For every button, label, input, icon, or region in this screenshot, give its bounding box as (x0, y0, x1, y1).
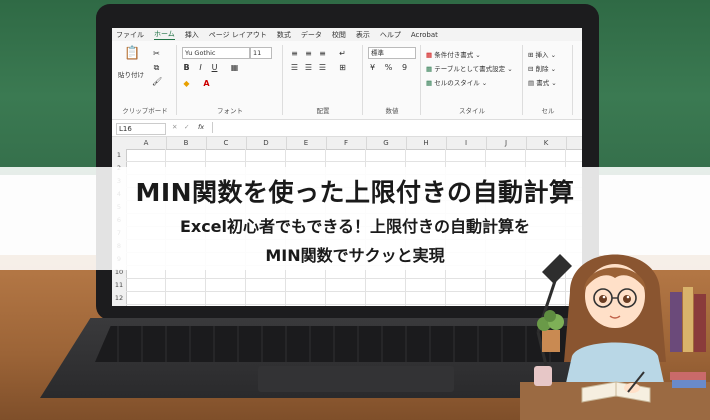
ribbon-home: 📋 貼り付け ✂ ⧉ 🖌 クリップボード Yu Gothic 11 B I U … (112, 41, 582, 120)
wrap-text-icon[interactable]: ↵ (338, 49, 347, 58)
ribbon-tab-5[interactable]: データ (301, 30, 322, 40)
insert-cells-button[interactable]: ⊞ 挿入 ⌄ (528, 49, 556, 59)
ribbon-tab-1[interactable]: ホーム (154, 29, 175, 40)
laptop-trackpad (258, 366, 454, 392)
formula-input[interactable] (212, 122, 579, 133)
format-as-table-button[interactable]: ▦ テーブルとして書式設定 ⌄ (426, 63, 513, 73)
cells-group-label: セル (541, 107, 555, 115)
font-name-select[interactable]: Yu Gothic (182, 47, 250, 59)
ribbon-tab-0[interactable]: ファイル (116, 30, 144, 40)
clipboard-group-label: クリップボード (122, 107, 168, 115)
column-header[interactable]: J (486, 137, 527, 149)
percent-button[interactable]: % (384, 63, 393, 72)
underline-button[interactable]: U (210, 63, 219, 72)
number-group-label: 数値 (385, 107, 399, 115)
merge-cells-icon[interactable]: ⊞ (338, 63, 347, 72)
ribbon-tab-4[interactable]: 数式 (277, 30, 291, 40)
column-header[interactable]: I (446, 137, 487, 149)
name-box[interactable]: L16 (116, 123, 166, 135)
conditional-format-button[interactable]: ▦ 条件付き書式 ⌄ (426, 49, 481, 59)
font-color-icon[interactable]: A (202, 79, 211, 88)
formula-bar: L16 ✕ ✓ fx (112, 120, 582, 137)
number-format-select[interactable]: 標準 (368, 47, 416, 59)
font-group: Yu Gothic 11 B I U ▦ ◆ A フォント (178, 45, 283, 115)
column-header[interactable]: A (126, 137, 167, 149)
font-size-select[interactable]: 11 (250, 47, 272, 59)
format-painter-icon[interactable]: 🖌 (152, 77, 162, 86)
row-header[interactable]: 11 (112, 279, 126, 292)
styles-group: ▦ 条件付き書式 ⌄ ▦ テーブルとして書式設定 ⌄ ▦ セルのスタイル ⌄ ス… (422, 45, 523, 115)
ribbon-tab-9[interactable]: Acrobat (411, 31, 438, 39)
delete-cells-button[interactable]: ⊟ 削除 ⌄ (528, 63, 556, 73)
ribbon-tab-8[interactable]: ヘルプ (380, 30, 401, 40)
row-header[interactable]: 1 (112, 149, 126, 162)
align-middle-icon[interactable]: ≡ (304, 49, 313, 58)
clipboard-group: 📋 貼り付け ✂ ⧉ 🖌 クリップボード (114, 45, 177, 115)
ribbon-tab-7[interactable]: 表示 (356, 30, 370, 40)
enter-icon[interactable]: ✓ (184, 123, 189, 131)
styles-group-label: スタイル (459, 107, 485, 115)
alignment-group-label: 配置 (316, 107, 330, 115)
column-header[interactable]: C (206, 137, 247, 149)
alignment-group: ≡ ≡ ≡ ☰ ☰ ☰ ↵ ⊞ 配置 (284, 45, 363, 115)
copy-icon[interactable]: ⧉ (152, 63, 161, 72)
insert-function-button[interactable]: fx (198, 123, 204, 131)
font-group-label: フォント (217, 107, 243, 115)
column-header[interactable]: B (166, 137, 207, 149)
currency-icon[interactable]: ¥ (368, 63, 377, 72)
comma-button[interactable]: 9 (400, 63, 409, 72)
ribbon-tabs: ファイル ホーム 挿入 ページ レイアウト 数式 データ 校閲 表示 ヘルプ Acrobat (112, 28, 582, 41)
format-cells-button[interactable]: ▤ 書式 ⌄ (528, 77, 557, 87)
column-header[interactable]: E (286, 137, 327, 149)
align-top-icon[interactable]: ≡ (290, 49, 299, 58)
row-header[interactable]: 12 (112, 292, 126, 305)
page-title: MIN関数を使った上限付きの自動計算 (135, 178, 575, 207)
studying-girl-illustration (520, 254, 710, 420)
align-left-icon[interactable]: ☰ (290, 63, 299, 72)
cut-icon[interactable]: ✂ (152, 49, 161, 58)
fill-color-icon[interactable]: ◆ (182, 79, 191, 88)
cells-group: ⊞ 挿入 ⌄ ⊟ 削除 ⌄ ▤ 書式 ⌄ セル (524, 45, 573, 115)
column-header[interactable]: K (526, 137, 567, 149)
paste-icon[interactable]: 📋 (124, 47, 140, 65)
column-header[interactable]: F (326, 137, 367, 149)
column-header[interactable]: G (366, 137, 407, 149)
column-header[interactable]: H (406, 137, 447, 149)
border-icon[interactable]: ▦ (230, 63, 239, 72)
ribbon-tab-2[interactable]: 挿入 (185, 30, 199, 40)
bold-button[interactable]: B (182, 63, 191, 72)
align-right-icon[interactable]: ☰ (318, 63, 327, 72)
align-center-icon[interactable]: ☰ (304, 63, 313, 72)
paste-button[interactable]: 貼り付け (118, 69, 144, 79)
number-group: 標準 ¥ % 9 数値 (364, 45, 421, 115)
align-bottom-icon[interactable]: ≡ (318, 49, 327, 58)
ribbon-tab-3[interactable]: ページ レイアウト (209, 30, 267, 40)
cancel-icon[interactable]: ✕ (172, 123, 177, 131)
cell-styles-button[interactable]: ▦ セルのスタイル ⌄ (426, 77, 487, 87)
column-header[interactable]: D (246, 137, 287, 149)
italic-button[interactable]: I (196, 63, 205, 72)
ribbon-tab-6[interactable]: 校閲 (332, 30, 346, 40)
